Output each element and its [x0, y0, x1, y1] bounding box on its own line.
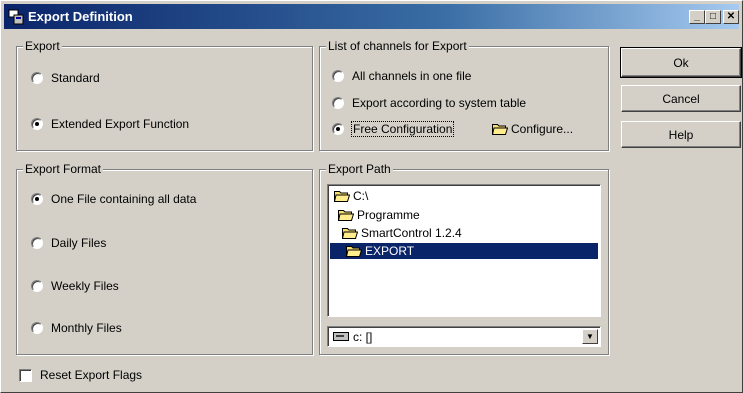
export-group: Export Standard Extended Export Function — [16, 39, 313, 151]
radio-one-file-label: One File containing all data — [51, 192, 197, 206]
radio-daily-files-indicator — [31, 237, 43, 249]
title-bar[interactable]: Export Definition _ □ ✕ — [4, 4, 739, 29]
radio-extended-export[interactable]: Extended Export Function — [31, 117, 189, 131]
open-folder-icon — [338, 210, 354, 221]
configure-label: Configure... — [511, 122, 574, 136]
open-folder-icon — [342, 228, 358, 239]
dropdown-arrow-icon[interactable]: ▼ — [582, 329, 598, 344]
open-folder-icon — [492, 124, 508, 135]
directory-item-programme-label: Programme — [357, 208, 420, 222]
export-path-legend: Export Path — [326, 162, 393, 176]
directory-item-smartcontrol-label: SmartControl 1.2.4 — [361, 226, 462, 240]
directory-item-export[interactable]: EXPORT — [330, 243, 598, 259]
reset-export-flags-checkbox[interactable]: Reset Export Flags — [19, 368, 142, 382]
configure-button[interactable]: Configure... — [492, 122, 573, 136]
open-folder-icon — [334, 191, 350, 202]
checkbox-box — [19, 368, 32, 382]
open-folder-icon — [346, 246, 362, 257]
app-icon — [8, 9, 24, 25]
radio-weekly-files-label: Weekly Files — [51, 279, 119, 293]
radio-weekly-files-indicator — [31, 280, 43, 292]
export-format-legend: Export Format — [23, 162, 104, 176]
directory-item-programme[interactable]: Programme — [338, 207, 420, 223]
export-format-group: Export Format One File containing all da… — [16, 162, 313, 355]
radio-monthly-files-indicator — [31, 322, 43, 334]
radio-free-configuration-label: Free Configuration — [350, 121, 455, 137]
directory-item-root-label: C:\ — [353, 189, 369, 203]
radio-extended-export-indicator — [31, 118, 43, 130]
radio-standard[interactable]: Standard — [31, 71, 100, 85]
radio-weekly-files[interactable]: Weekly Files — [31, 279, 119, 293]
radio-one-file-indicator — [31, 193, 43, 205]
close-button[interactable]: ✕ — [723, 10, 739, 24]
radio-system-table[interactable]: Export according to system table — [332, 96, 526, 110]
radio-extended-export-label: Extended Export Function — [51, 117, 190, 131]
radio-monthly-files[interactable]: Monthly Files — [31, 321, 122, 335]
radio-all-channels[interactable]: All channels in one file — [332, 69, 471, 83]
reset-export-flags-label: Reset Export Flags — [40, 368, 143, 382]
window-title: Export Definition — [28, 9, 133, 24]
drive-select-value: c: [] — [353, 330, 373, 344]
export-group-legend: Export — [23, 39, 62, 53]
directory-item-export-label: EXPORT — [365, 244, 415, 258]
radio-free-configuration[interactable]: Free Configuration — [332, 121, 455, 137]
radio-standard-label: Standard — [51, 71, 100, 85]
directory-item-root[interactable]: C:\ — [334, 188, 368, 204]
help-button[interactable]: Help — [621, 121, 741, 148]
channels-group-legend: List of channels for Export — [326, 39, 469, 53]
minimize-button[interactable]: _ — [689, 10, 705, 24]
export-definition-dialog: Export Definition _ □ ✕ Export Standard … — [0, 0, 743, 393]
radio-free-configuration-indicator — [332, 123, 344, 135]
radio-standard-indicator — [31, 72, 43, 84]
directory-item-smartcontrol[interactable]: SmartControl 1.2.4 — [342, 225, 462, 241]
radio-system-table-label: Export according to system table — [352, 96, 527, 110]
drive-select[interactable]: c: [] ▼ — [327, 326, 601, 347]
radio-monthly-files-label: Monthly Files — [51, 321, 122, 335]
ok-button[interactable]: Ok — [620, 47, 742, 78]
directory-list[interactable]: C:\ Programme SmartControl 1.2.4 EXPORT — [327, 184, 601, 317]
radio-daily-files-label: Daily Files — [51, 236, 107, 250]
drive-icon — [333, 332, 349, 341]
maximize-button[interactable]: □ — [705, 10, 721, 24]
radio-one-file[interactable]: One File containing all data — [31, 192, 196, 206]
radio-all-channels-indicator — [332, 70, 344, 82]
radio-system-table-indicator — [332, 97, 344, 109]
radio-all-channels-label: All channels in one file — [352, 69, 472, 83]
radio-daily-files[interactable]: Daily Files — [31, 236, 106, 250]
cancel-button[interactable]: Cancel — [621, 85, 741, 112]
channels-group: List of channels for Export All channels… — [319, 39, 609, 151]
